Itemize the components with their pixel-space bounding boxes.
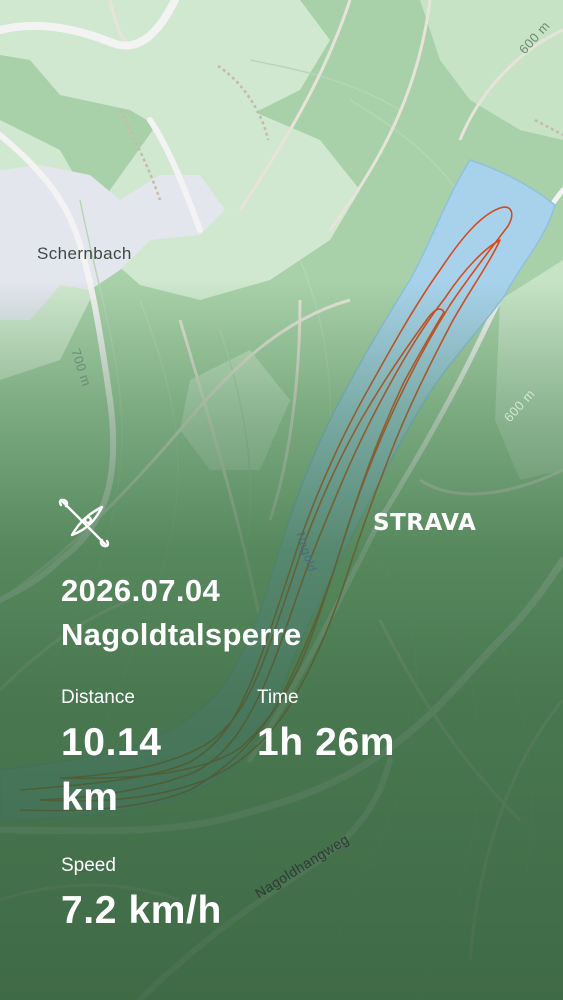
distance-value: 10.14 [61, 721, 162, 764]
distance-label: Distance [61, 687, 135, 708]
distance-unit: km [61, 776, 119, 819]
speed-value: 7.2 km/h [61, 889, 222, 932]
time-label: Time [257, 687, 299, 708]
activity-stats-overlay: STRAVA 2026.07.04 Nagoldtalsperre Distan… [0, 0, 563, 1000]
time-value: 1h 26m [257, 721, 396, 764]
kayak-icon [58, 498, 110, 548]
activity-date: 2026.07.04 [61, 573, 221, 608]
brand-logo: STRAVA [373, 510, 477, 536]
activity-location: Nagoldtalsperre [61, 617, 302, 652]
speed-label: Speed [61, 855, 116, 876]
